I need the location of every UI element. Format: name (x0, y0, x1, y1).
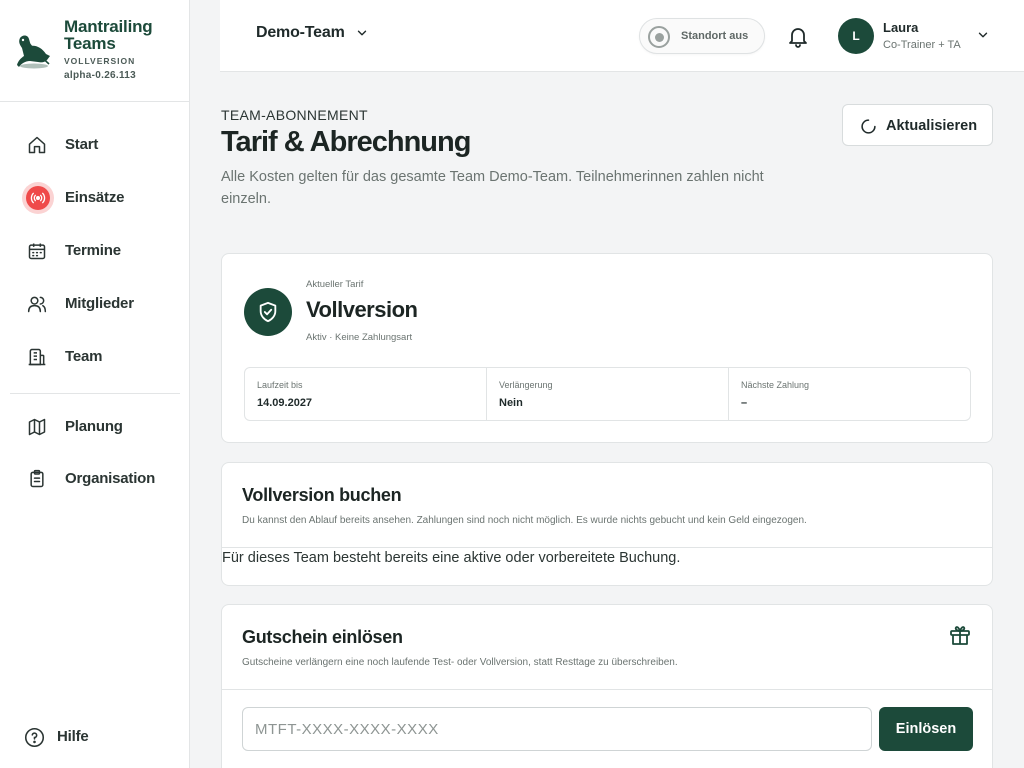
gift-icon (950, 626, 970, 645)
voucher-subtitle: Gutscheine verlängern eine noch laufende… (242, 657, 678, 668)
info-cell-next-payment: Nächste Zahlung – (729, 368, 970, 420)
building-icon (26, 346, 48, 368)
user-role: Co-Trainer + TA (883, 39, 961, 51)
refresh-button[interactable]: Aktualisieren (842, 104, 993, 146)
plan-info-grid: Laufzeit bis 14.09.2027 Verlängerung Nei… (244, 367, 971, 421)
info-cell-renewal: Verlängerung Nein (487, 368, 729, 420)
brand-header: Mantrailing Teams VOLLVERSION alpha-0.26… (0, 0, 189, 102)
sidebar-item-label: Team (65, 348, 103, 365)
sidebar-item-label: Start (65, 136, 99, 153)
sidebar-item-label: Termine (65, 242, 121, 259)
plan-name: Vollversion (306, 297, 418, 322)
home-icon (26, 134, 48, 156)
page-eyebrow: TEAM-ABONNEMENT (221, 107, 368, 123)
team-selector[interactable]: Demo-Team (256, 24, 369, 42)
sidebar-item-label: Einsätze (65, 189, 125, 206)
alert-icon (22, 182, 54, 214)
voucher-code-input[interactable] (242, 707, 872, 751)
sidebar-item-label: Mitglieder (65, 295, 134, 312)
sidebar-item-planung[interactable]: Planung (10, 406, 180, 446)
help-icon (23, 726, 45, 748)
user-name: Laura (883, 20, 919, 35)
booking-card: Vollversion buchen Du kannst den Ablauf … (221, 462, 993, 586)
sidebar-item-start[interactable]: Start (10, 124, 180, 164)
card-divider (222, 547, 992, 548)
page-title: Tarif & Abrechnung (221, 126, 471, 158)
plan-caption: Aktueller Tarif (306, 279, 364, 290)
info-value: – (741, 397, 748, 409)
sidebar-item-mitglieder[interactable]: Mitglieder (10, 283, 180, 323)
info-label: Laufzeit bis (257, 380, 303, 390)
sidebar-item-label: Hilfe (57, 728, 89, 745)
current-plan-card: Aktueller Tarif Vollversion Aktiv · Kein… (221, 253, 993, 443)
map-icon (26, 416, 48, 438)
dog-logo-icon (17, 35, 50, 69)
voucher-card: Gutschein einlösen Gutscheine verlängern… (221, 604, 993, 768)
shield-check-icon (244, 288, 292, 336)
redeem-button[interactable]: Einlösen (879, 707, 973, 751)
brand-title: Mantrailing Teams (64, 17, 153, 53)
users-icon (26, 293, 48, 315)
avatar[interactable]: L (838, 18, 874, 54)
sidebar: Mantrailing Teams VOLLVERSION alpha-0.26… (0, 0, 190, 768)
team-name: Demo-Team (256, 24, 345, 41)
location-off-icon (648, 26, 670, 48)
sidebar-item-termine[interactable]: Termine (10, 230, 180, 270)
brand-version: alpha-0.26.113 (64, 70, 137, 81)
info-label: Verlängerung (499, 380, 553, 390)
info-cell-term: Laufzeit bis 14.09.2027 (245, 368, 487, 420)
sidebar-item-label: Planung (65, 418, 123, 435)
clipboard-icon (26, 468, 48, 490)
top-header: Demo-Team Standort aus L Laura Co-Traine… (220, 0, 1024, 72)
info-value: Nein (499, 397, 523, 409)
plan-status: Aktiv · Keine Zahlungsart (306, 332, 413, 343)
chevron-down-icon[interactable] (976, 28, 990, 42)
info-value: 14.09.2027 (257, 397, 313, 409)
sidebar-item-team[interactable]: Team (10, 336, 180, 376)
brand-plan-label: VOLLVERSION (64, 56, 136, 66)
calendar-icon (26, 240, 48, 262)
chevron-down-icon (357, 30, 366, 36)
sidebar-item-einsaetze[interactable]: Einsätze (10, 177, 180, 217)
voucher-title: Gutschein einlösen (242, 627, 403, 647)
location-label: Standort aus (681, 30, 749, 42)
booking-note: Für dieses Team besteht bereits eine akt… (222, 550, 681, 566)
sidebar-item-label: Organisation (65, 470, 156, 487)
sidebar-item-hilfe[interactable]: Hilfe (10, 716, 180, 756)
sidebar-item-organisation[interactable]: Organisation (10, 458, 180, 498)
bell-icon[interactable] (786, 24, 810, 48)
booking-title: Vollversion buchen (242, 485, 402, 505)
refresh-label: Aktualisieren (886, 118, 978, 134)
card-divider (222, 689, 992, 690)
sidebar-divider (10, 393, 180, 394)
location-toggle[interactable]: Standort aus (639, 18, 765, 54)
booking-subtitle: Du kannst den Ablauf bereits ansehen. Za… (242, 515, 807, 526)
refresh-icon (861, 119, 876, 134)
info-label: Nächste Zahlung (741, 380, 810, 390)
page-description: Alle Kosten gelten für das gesamte Team … (221, 169, 764, 207)
